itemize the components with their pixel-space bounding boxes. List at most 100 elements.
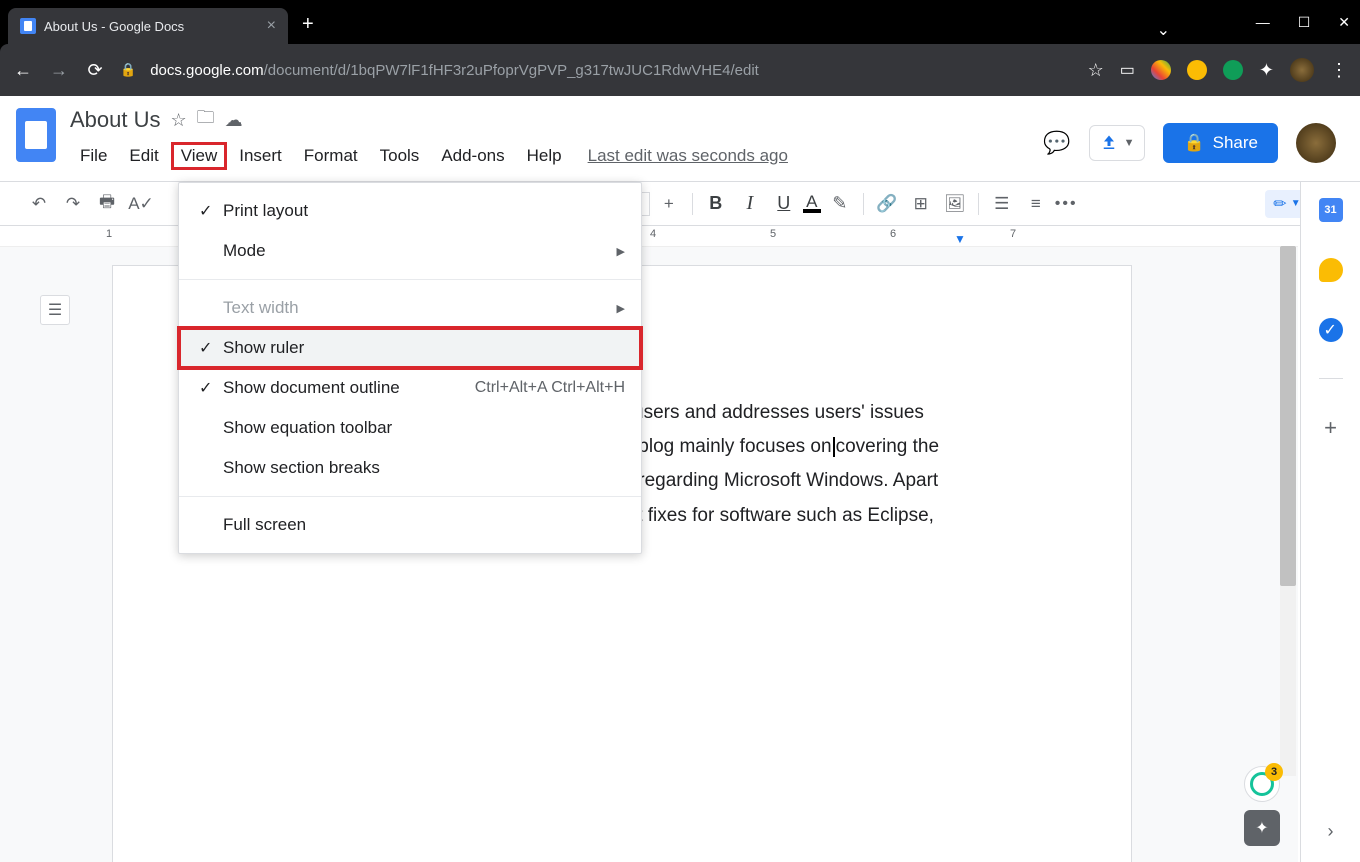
profile-avatar-icon[interactable] <box>1290 58 1314 82</box>
keep-icon[interactable] <box>1319 258 1343 282</box>
chevron-down-icon: ▼ <box>1124 137 1135 149</box>
insert-image-icon[interactable]: 🖼 <box>940 189 970 219</box>
line-spacing-icon[interactable]: ≡ <box>1021 189 1051 219</box>
comments-icon[interactable]: 💬 <box>1043 130 1070 156</box>
lock-icon[interactable]: 🔒 <box>120 62 136 78</box>
share-button[interactable]: 🔒 Share <box>1163 123 1278 163</box>
cloud-status-icon[interactable]: ☁ <box>225 110 243 131</box>
text-color-button[interactable]: A <box>803 195 821 213</box>
separator <box>179 279 641 280</box>
underline-button[interactable]: U <box>769 189 799 219</box>
menu-item-show-outline[interactable]: ✓ Show document outline Ctrl+Alt+A Ctrl+… <box>179 368 641 408</box>
menu-item-text-width: Text width ▶ <box>179 288 641 328</box>
scrollbar-thumb[interactable] <box>1280 246 1296 586</box>
extension-icon[interactable] <box>1223 60 1243 80</box>
extension-icon[interactable] <box>1187 60 1207 80</box>
last-edit-link[interactable]: Last edit was seconds ago <box>588 146 788 166</box>
print-icon[interactable]: 🖶 <box>92 189 122 219</box>
addr-right: ☆ ▭ ✦ ⋮ <box>1088 58 1348 82</box>
calendar-icon[interactable]: 31 <box>1319 198 1343 222</box>
reader-icon[interactable]: ▭ <box>1120 60 1135 80</box>
browser-chrome: About Us - Google Docs × + ⌄ — ☐ ✕ ← → ⟳… <box>0 0 1360 96</box>
menu-format[interactable]: Format <box>294 142 368 170</box>
font-size-increase-icon[interactable]: + <box>654 189 684 219</box>
separator <box>863 193 864 215</box>
separator <box>978 193 979 215</box>
tasks-icon[interactable]: ✓ <box>1319 318 1343 342</box>
view-menu: ✓ Print layout Mode ▶ Text width ▶ ✓ Sho… <box>178 182 642 554</box>
tab-search-icon[interactable]: ⌄ <box>1157 20 1170 40</box>
menu-item-full-screen[interactable]: Full screen <box>179 505 641 545</box>
present-arrow-icon <box>1100 134 1118 152</box>
insert-link-icon[interactable]: 🔗 <box>872 189 902 219</box>
docs-logo-icon[interactable] <box>16 108 56 162</box>
share-label: Share <box>1213 133 1258 153</box>
browser-menu-icon[interactable]: ⋮ <box>1330 60 1348 81</box>
address-bar-row: ← → ⟳ 🔒 docs.google.com/document/d/1bqPW… <box>0 44 1360 96</box>
minimize-icon[interactable]: — <box>1256 14 1270 31</box>
highlight-icon[interactable]: ✎ <box>825 189 855 219</box>
menu-view[interactable]: View <box>171 142 228 170</box>
undo-icon[interactable]: ↶ <box>24 189 54 219</box>
close-window-icon[interactable]: ✕ <box>1338 14 1350 31</box>
browser-tab[interactable]: About Us - Google Docs × <box>8 8 288 44</box>
spellcheck-icon[interactable]: A✓ <box>126 189 156 219</box>
close-tab-icon[interactable]: × <box>267 17 276 35</box>
side-panel: 31 ✓ + › <box>1300 182 1360 862</box>
menu-file[interactable]: File <box>70 142 117 170</box>
address-bar[interactable]: docs.google.com/document/d/1bqPW7lF1fHF3… <box>150 62 1073 79</box>
present-button[interactable]: ▼ <box>1089 125 1146 161</box>
pen-icon: ✏ <box>1273 194 1286 214</box>
bold-button[interactable]: B <box>701 189 731 219</box>
bookmark-star-icon[interactable]: ☆ <box>1088 60 1104 81</box>
submenu-arrow-icon: ▶ <box>617 302 625 315</box>
maximize-icon[interactable]: ☐ <box>1298 14 1311 31</box>
menu-item-mode[interactable]: Mode ▶ <box>179 231 641 271</box>
check-icon: ✓ <box>199 378 223 398</box>
side-panel-collapse-icon[interactable]: › <box>1328 821 1334 842</box>
menu-addons[interactable]: Add-ons <box>431 142 514 170</box>
text-cursor <box>833 437 835 457</box>
tab-title: About Us - Google Docs <box>44 19 259 34</box>
back-button[interactable]: ← <box>12 60 34 81</box>
new-tab-button[interactable]: + <box>288 5 328 44</box>
vertical-scrollbar[interactable] <box>1280 246 1296 776</box>
italic-button[interactable]: I <box>735 189 765 219</box>
account-avatar-icon[interactable] <box>1296 123 1336 163</box>
menu-item-show-equation[interactable]: Show equation toolbar <box>179 408 641 448</box>
doc-info: About Us ☆ 🗀 ☁ File Edit View Insert For… <box>70 104 1043 181</box>
menu-item-print-layout[interactable]: ✓ Print layout <box>179 191 641 231</box>
separator <box>179 496 641 497</box>
submenu-arrow-icon: ▶ <box>617 245 625 258</box>
puzzle-icon[interactable]: ✦ <box>1259 60 1274 81</box>
reload-button[interactable]: ⟳ <box>84 60 106 81</box>
docs-favicon-icon <box>20 18 36 34</box>
move-folder-icon[interactable]: 🗀 <box>197 105 215 135</box>
menu-help[interactable]: Help <box>517 142 572 170</box>
menu-tools[interactable]: Tools <box>370 142 430 170</box>
extension-icon[interactable] <box>1151 60 1171 80</box>
redo-icon[interactable]: ↷ <box>58 189 88 219</box>
forward-button[interactable]: → <box>48 60 70 81</box>
separator <box>1319 378 1343 379</box>
explore-button[interactable]: ✦ <box>1244 810 1280 846</box>
outline-toggle-icon[interactable]: ☰ <box>40 295 70 325</box>
doc-title[interactable]: About Us <box>70 107 161 133</box>
docs-header: About Us ☆ 🗀 ☁ File Edit View Insert For… <box>0 96 1360 182</box>
window-controls: — ☐ ✕ <box>1256 14 1350 31</box>
star-icon[interactable]: ☆ <box>171 110 187 131</box>
tab-bar: About Us - Google Docs × + ⌄ — ☐ ✕ <box>0 0 1360 44</box>
menu-edit[interactable]: Edit <box>119 142 168 170</box>
check-icon: ✓ <box>199 201 223 221</box>
add-comment-icon[interactable]: ⊞ <box>906 189 936 219</box>
grammarly-badge: 3 <box>1265 763 1283 781</box>
add-addon-icon[interactable]: + <box>1324 415 1337 441</box>
menu-item-show-ruler[interactable]: ✓ Show ruler <box>179 328 641 368</box>
header-right: 💬 ▼ 🔒 Share <box>1043 104 1344 181</box>
menu-item-show-section-breaks[interactable]: Show section breaks <box>179 448 641 488</box>
indent-marker-icon[interactable]: ▼ <box>954 232 966 246</box>
menu-insert[interactable]: Insert <box>229 142 292 170</box>
grammarly-icon[interactable]: 3 <box>1244 766 1280 802</box>
align-icon[interactable]: ☰ <box>987 189 1017 219</box>
more-tools-icon[interactable]: ••• <box>1055 195 1078 213</box>
